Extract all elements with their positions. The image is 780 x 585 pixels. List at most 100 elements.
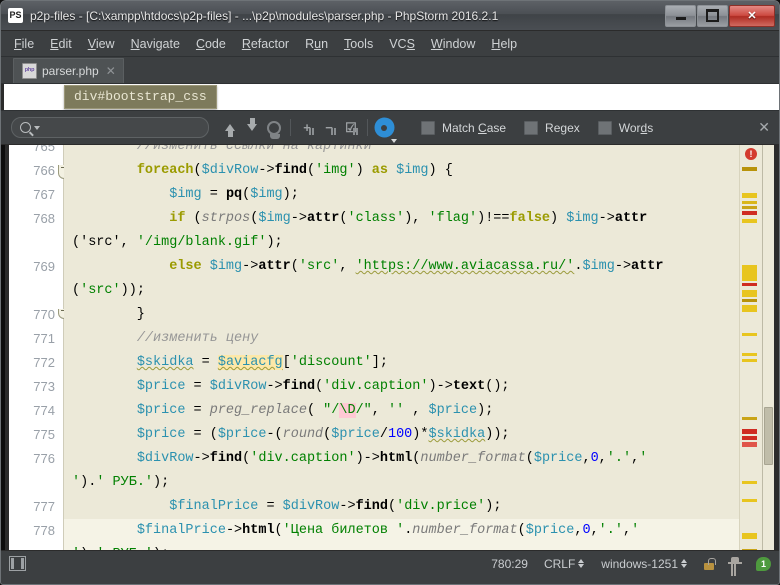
code-line[interactable]: $price = preg_replace( "/\D/", '' , $pri… — [64, 399, 739, 423]
code-line[interactable]: $price = ($price-(round($price/100)*$ski… — [64, 423, 739, 447]
menu-item-tools[interactable]: Tools — [336, 34, 381, 54]
stripe-marker[interactable] — [742, 499, 757, 502]
code-token: as — [371, 163, 388, 178]
code-token: $price — [525, 523, 575, 538]
stripe-marker[interactable] — [742, 290, 757, 297]
stripe-marker[interactable] — [742, 211, 757, 215]
stripe-marker[interactable] — [742, 333, 757, 336]
line-number-gutter[interactable]: 765 766 767 768 769 770 771 772 773 774 775 776 777 7… — [9, 145, 71, 550]
match-case-option[interactable]: Match Case — [421, 120, 506, 135]
chevron-down-icon[interactable] — [34, 125, 40, 130]
menu-item-view[interactable]: View — [80, 34, 123, 54]
menu-item-code[interactable]: Code — [188, 34, 234, 54]
stripe-marker[interactable] — [742, 442, 757, 447]
code-line[interactable]: $skidka = $aviacfg['discount']; — [64, 351, 739, 375]
match-case-checkbox[interactable] — [421, 120, 435, 135]
code-token: -> — [193, 451, 210, 466]
code-line[interactable]: //изменить ссылки на картинки — [64, 145, 739, 159]
find-previous-icon — [225, 124, 235, 137]
words-checkbox[interactable] — [597, 120, 612, 135]
scrollbar-thumb[interactable] — [764, 407, 773, 465]
stripe-marker[interactable] — [742, 201, 757, 204]
maximize-button[interactable] — [697, 4, 728, 27]
code-line[interactable]: else $img->attr('src', 'https://www.avia… — [64, 255, 739, 279]
code-line[interactable]: } — [64, 303, 739, 327]
code-line[interactable]: ').' РУБ.'); — [64, 543, 739, 550]
editor-tab-parser-php[interactable]: parser.php ✕ — [13, 58, 124, 83]
code-line[interactable]: $img = pq($img); — [64, 183, 739, 207]
inspection-hector-icon[interactable] — [728, 557, 742, 576]
stripe-marker[interactable] — [742, 549, 757, 550]
tab-close-icon[interactable]: ✕ — [106, 64, 116, 78]
stripe-marker[interactable] — [742, 206, 757, 209]
stripe-marker[interactable] — [742, 283, 757, 286]
code-token: ' РУБ.' — [96, 547, 153, 550]
code-text-area[interactable]: //изменить ссылки на картинки foreach($d… — [64, 145, 739, 550]
menu-item-edit[interactable]: Edit — [42, 34, 80, 54]
code-token: "/ — [323, 403, 340, 418]
code-line[interactable]: $price = $divRow->find('div.caption')->t… — [64, 375, 739, 399]
code-line[interactable]: ').' РУБ.'); — [64, 471, 739, 495]
code-token: attr — [258, 259, 291, 274]
stripe-marker[interactable] — [742, 265, 757, 281]
stripe-marker[interactable] — [742, 429, 757, 434]
regex-label: Regex — [545, 120, 580, 135]
encoding-selector[interactable]: windows-1251 — [601, 557, 688, 571]
add-occurrence-button[interactable]: + — [296, 117, 318, 139]
error-count-badge[interactable]: ! — [745, 148, 757, 160]
code-token: '/img/blank.gif' — [136, 235, 267, 250]
stripe-marker[interactable] — [742, 436, 757, 440]
stripe-marker[interactable] — [742, 533, 757, 539]
code-line[interactable]: ('src', '/img/blank.gif'); — [64, 231, 739, 255]
minimize-button[interactable] — [665, 4, 696, 27]
regex-checkbox[interactable] — [524, 120, 539, 135]
menu-item-refactor[interactable]: Refactor — [234, 34, 297, 54]
code-line[interactable]: $divRow->find('div.caption')->html(numbe… — [64, 447, 739, 471]
close-find-icon[interactable]: ✕ — [758, 120, 770, 134]
caret-position[interactable]: 780:29 — [491, 557, 528, 571]
write-access-icon[interactable] — [704, 557, 716, 570]
notification-badge[interactable]: 1 — [756, 556, 771, 571]
code-token: )!== — [477, 211, 510, 226]
code-line[interactable]: foreach($divRow->find('img') as $img) { — [64, 159, 739, 183]
select-all-occurrences-button[interactable]: ☑ — [340, 117, 362, 139]
menu-item-run[interactable]: Run — [297, 34, 336, 54]
menu-item-window[interactable]: Window — [423, 34, 483, 54]
code-line[interactable]: $finalPrice->html('Цена билетов '.number… — [64, 519, 739, 543]
search-icon — [20, 122, 31, 133]
find-all-button[interactable] — [263, 117, 285, 139]
words-option[interactable]: Words — [597, 120, 653, 135]
menu-item-vcs[interactable]: VCS — [381, 34, 423, 54]
filter-settings-button[interactable] — [373, 117, 397, 143]
regex-option[interactable]: Regex — [524, 120, 580, 135]
stripe-marker[interactable] — [742, 353, 757, 356]
stripe-marker[interactable] — [742, 359, 757, 362]
find-next-button[interactable] — [241, 117, 263, 139]
code-token: ) { — [428, 163, 453, 178]
stripe-marker[interactable] — [742, 167, 757, 171]
search-input[interactable] — [44, 119, 200, 136]
line-separator-selector[interactable]: CRLF — [544, 557, 585, 571]
close-button[interactable]: ✕ — [729, 4, 775, 27]
code-token: , — [582, 451, 591, 466]
vertical-scrollbar[interactable] — [762, 145, 774, 550]
error-stripe-marker-bar[interactable]: ! — [739, 145, 762, 550]
menu-item-help[interactable]: Help — [483, 34, 525, 54]
toggle-tool-window-bars-icon[interactable] — [9, 556, 26, 571]
menu-item-navigate[interactable]: Navigate — [123, 34, 188, 54]
stripe-marker[interactable] — [742, 299, 757, 302]
remove-occurrence-button[interactable]: − — [318, 117, 340, 139]
menu-item-file[interactable]: File — [6, 34, 42, 54]
stripe-marker[interactable] — [742, 481, 757, 484]
code-line[interactable]: if (strpos($img->attr('class'), 'flag')!… — [64, 207, 739, 231]
stripe-marker[interactable] — [742, 193, 757, 198]
code-line[interactable]: ('src')); — [64, 279, 739, 303]
stripe-marker[interactable] — [742, 417, 757, 420]
search-field[interactable] — [11, 117, 209, 138]
code-line[interactable]: //изменить цену — [64, 327, 739, 351]
code-line[interactable]: $finalPrice = $divRow->find('div.price')… — [64, 495, 739, 519]
stripe-marker[interactable] — [742, 219, 757, 223]
find-previous-button[interactable] — [219, 117, 241, 139]
stripe-marker[interactable] — [742, 305, 757, 312]
code-token: else — [169, 259, 202, 274]
